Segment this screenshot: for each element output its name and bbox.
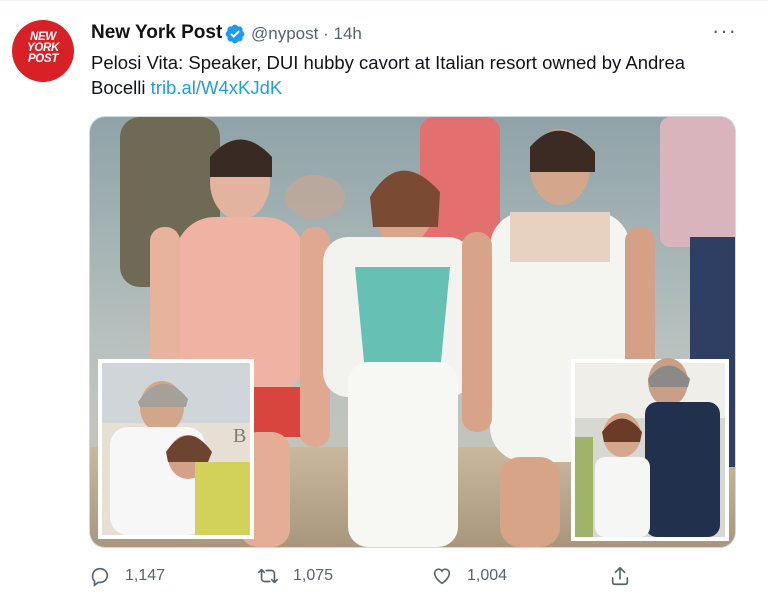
share-icon [611,566,629,586]
tweet-text: Pelosi Vita: Speaker, DUI hubby cavort a… [91,50,731,100]
retweet-icon [258,568,278,584]
reply-count: 1,147 [125,567,166,584]
like-button[interactable]: 1,004 [431,562,507,590]
tweet-link[interactable]: trib.al/W4xKJdK [151,77,283,98]
reply-icon [91,567,109,587]
share-button[interactable] [609,562,645,590]
more-options-icon[interactable]: ··· [712,20,736,44]
avatar[interactable]: NEW YORK POST [12,20,74,82]
retweet-button[interactable]: 1,075 [257,562,333,590]
inset-sign-letter: B [233,425,246,447]
verified-badge-icon [225,24,245,44]
tweet-actions: 1,147 1,075 1,004 [89,562,649,590]
avatar-logo: NEW YORK POST [26,31,60,65]
handle-and-time[interactable]: @nypost · 14h [251,24,362,44]
heart-icon [433,568,451,585]
display-name[interactable]: New York Post [91,22,222,44]
top-divider [0,0,768,1]
reply-button[interactable]: 1,147 [89,562,165,590]
tweet-photo[interactable]: B [89,116,736,548]
retweet-count: 1,075 [293,567,334,584]
beach-photo-illustration: B [90,117,735,547]
like-count: 1,004 [467,567,508,584]
